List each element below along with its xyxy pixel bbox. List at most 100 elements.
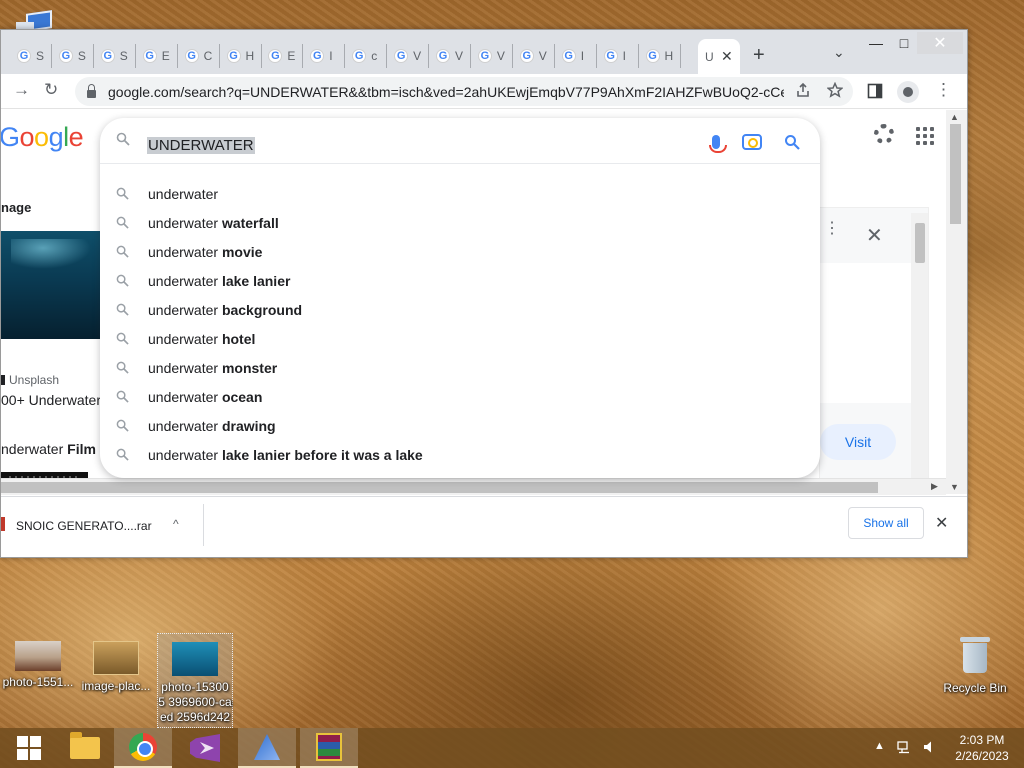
google-favicon-icon: G — [436, 49, 450, 63]
page-scroll-thumb[interactable] — [950, 124, 961, 224]
horizontal-scrollbar[interactable]: ▶ — [1, 478, 946, 495]
visit-button[interactable]: Visit — [820, 424, 896, 460]
search-icon — [116, 274, 129, 287]
search-input[interactable]: UNDERWATER — [147, 137, 255, 154]
suggestion-text: underwater waterfall — [148, 215, 279, 231]
photo-thumbnail-icon — [15, 641, 61, 671]
show-all-button[interactable]: Show all — [848, 507, 924, 539]
search-suggestion[interactable]: underwater waterfall — [100, 208, 820, 237]
search-suggestion[interactable]: underwater lake lanier — [100, 266, 820, 295]
preview-scroll-thumb[interactable] — [915, 223, 925, 263]
winrar-button[interactable] — [300, 728, 358, 768]
recycle-bin[interactable]: Recycle Bin — [940, 633, 1010, 695]
image-result-title: nage — [1, 200, 32, 215]
browser-tab[interactable]: GV — [430, 44, 471, 68]
new-tab-button[interactable]: + — [753, 44, 765, 67]
browser-tab[interactable]: GC — [179, 44, 220, 68]
horizontal-scroll-thumb[interactable] — [1, 482, 878, 493]
tab-close-icon[interactable]: ✕ — [721, 48, 733, 65]
suggestion-text: underwater — [148, 186, 218, 202]
browser-tab[interactable]: GH — [640, 44, 681, 68]
download-filename[interactable]: SNOIC GENERATO....rar — [16, 519, 152, 533]
results-column: nage Unsplash 00+ Underwater nderwater F… — [1, 110, 101, 494]
browser-tab[interactable]: GS — [53, 44, 94, 68]
underwater-thumbnail[interactable] — [1, 231, 100, 339]
browser-menu-icon[interactable]: ⋮ — [935, 80, 952, 100]
browser-tab[interactable]: GV — [388, 44, 430, 68]
browser-tab[interactable]: GI — [598, 44, 639, 68]
tab-search-button[interactable]: ⌄ — [833, 44, 845, 61]
file-explorer-button[interactable] — [56, 728, 114, 768]
browser-tab[interactable]: GI — [304, 44, 346, 68]
browser-tab[interactable]: GE — [262, 44, 304, 68]
result-film-title[interactable]: nderwater Film — [1, 441, 96, 457]
download-options-chevron-icon[interactable]: ^ — [173, 517, 179, 531]
preview-scrollbar[interactable] — [911, 213, 928, 494]
tray-overflow-icon[interactable]: ▲ — [874, 740, 885, 754]
apps-grid-icon[interactable] — [916, 127, 934, 145]
start-button[interactable] — [0, 728, 58, 768]
volume-icon[interactable] — [923, 740, 937, 754]
close-shelf-icon[interactable]: ✕ — [935, 513, 948, 533]
suggestion-prefix: underwater — [148, 185, 219, 202]
scroll-up-icon[interactable]: ▲ — [950, 112, 959, 122]
address-bar[interactable]: google.com/search?q=UNDERWATER&&tbm=isch… — [75, 77, 853, 106]
lock-icon[interactable] — [87, 83, 96, 98]
network-icon[interactable] — [897, 740, 911, 754]
search-suggestion[interactable]: underwater — [100, 179, 820, 208]
profile-avatar[interactable] — [897, 81, 919, 103]
chrome-taskbar-button[interactable] — [114, 728, 172, 768]
gear-icon[interactable] — [874, 124, 894, 144]
browser-tab[interactable]: Gc — [346, 44, 388, 68]
browser-tab[interactable]: GV — [472, 44, 513, 68]
search-suggestion[interactable]: underwater hotel — [100, 324, 820, 353]
search-suggestion[interactable]: underwater monster — [100, 353, 820, 382]
forward-icon[interactable]: → — [13, 80, 30, 100]
voice-search-icon[interactable] — [709, 135, 727, 153]
search-suggestion[interactable]: underwater ocean — [100, 382, 820, 411]
search-submit-icon[interactable] — [784, 134, 800, 150]
reload-icon[interactable]: ↻ — [44, 80, 58, 100]
search-icon — [116, 332, 129, 345]
close-preview-icon[interactable]: ✕ — [866, 223, 883, 248]
system-clock[interactable]: 2:03 PM 2/26/2023 — [950, 732, 1014, 764]
app-installer-button[interactable] — [238, 728, 296, 768]
result-caption[interactable]: 00+ Underwater — [1, 392, 101, 408]
browser-tab[interactable]: GS — [11, 44, 52, 68]
taskbar: ▲ 2:03 PM 2/26/2023 — [0, 728, 1024, 768]
tab-active[interactable]: U ✕ — [698, 39, 740, 74]
search-input-row[interactable]: UNDERWATER — [100, 118, 820, 164]
result-source[interactable]: Unsplash — [1, 373, 59, 387]
scroll-down-icon[interactable]: ▼ — [950, 482, 959, 492]
suggestion-prefix: underwater — [148, 417, 219, 434]
search-suggestion[interactable]: underwater movie — [100, 237, 820, 266]
minimize-button[interactable]: — — [861, 32, 891, 54]
browser-tab[interactable]: GS — [95, 44, 136, 68]
search-suggestion[interactable]: underwater background — [100, 295, 820, 324]
more-options-icon[interactable]: ⋮ — [824, 221, 840, 237]
desktop-icon-photo-2[interactable]: photo-153005 3969600-caed 2596d242 — [157, 633, 233, 728]
star-icon[interactable] — [827, 82, 843, 98]
maximize-button[interactable]: □ — [889, 32, 919, 54]
browser-tab[interactable]: GE — [137, 44, 178, 68]
browser-tab[interactable]: GI — [556, 44, 597, 68]
desktop-icon-image-placeholder[interactable]: image-plac... — [78, 633, 154, 694]
scroll-right-icon[interactable]: ▶ — [931, 481, 938, 492]
search-suggestion[interactable]: underwater drawing — [100, 411, 820, 440]
search-suggestion[interactable]: underwater lake lanier before it was a l… — [100, 440, 820, 469]
share-icon[interactable] — [795, 82, 811, 98]
close-window-button[interactable]: ✕ — [917, 32, 963, 54]
page-scrollbar[interactable]: ▲ ▼ — [946, 110, 967, 494]
address-url[interactable]: google.com/search?q=UNDERWATER&&tbm=isch… — [108, 84, 784, 100]
suggestion-completion: monster — [221, 359, 278, 376]
browser-tab[interactable]: GV — [514, 44, 555, 68]
underwater-photo-icon — [172, 642, 218, 676]
suggestion-prefix: underwater — [148, 214, 219, 231]
visual-studio-button[interactable] — [176, 728, 234, 768]
side-panel-icon[interactable] — [867, 83, 883, 99]
desktop-icon-photo-1[interactable]: photo-1551... — [0, 633, 76, 690]
lens-camera-icon[interactable] — [742, 134, 762, 150]
image-thumbnail-icon — [93, 641, 139, 675]
chrome-icon — [129, 733, 157, 761]
browser-tab[interactable]: GH — [221, 44, 262, 68]
